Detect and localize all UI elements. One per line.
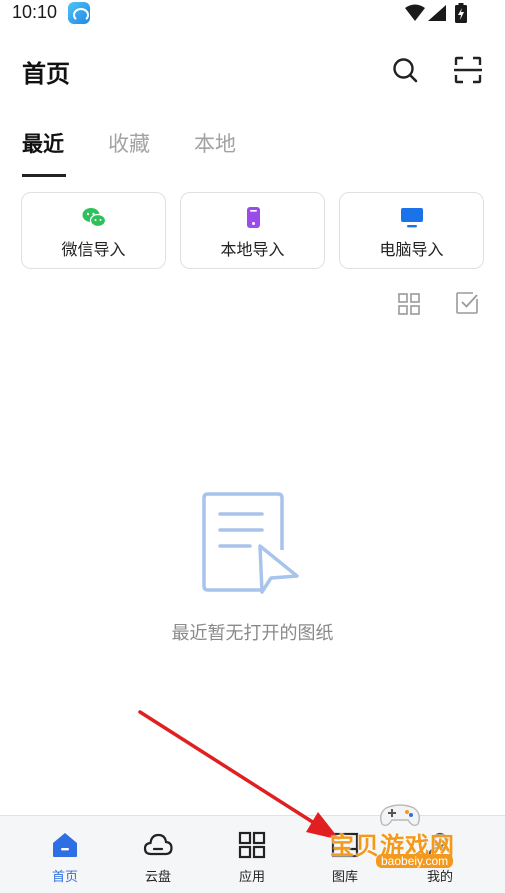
- multi-select-icon[interactable]: [455, 291, 479, 315]
- pc-import-label: 电脑导入: [379, 240, 444, 259]
- gallery-icon: [331, 832, 359, 858]
- nav-profile-label: 我的: [426, 870, 453, 885]
- wifi-icon: [405, 4, 425, 21]
- nav-gallery-label: 图库: [331, 870, 358, 885]
- tab-favorites[interactable]: 收藏: [108, 128, 150, 158]
- nav-gallery[interactable]: 图库: [305, 816, 385, 893]
- active-tab-indicator: [22, 174, 66, 177]
- nav-home-label: 首页: [51, 870, 78, 885]
- monitor-icon: [400, 208, 423, 228]
- tab-recent[interactable]: 最近: [22, 128, 64, 158]
- battery-icon: [455, 3, 467, 23]
- empty-state-message: 最近暂无打开的图纸: [171, 623, 334, 644]
- signal-icon: [428, 5, 446, 21]
- local-import-label: 本地导入: [220, 240, 285, 259]
- status-time: 10:10: [12, 2, 58, 22]
- tab-local[interactable]: 本地: [194, 128, 236, 158]
- phone-icon: [246, 207, 260, 228]
- grid-view-icon[interactable]: [397, 292, 421, 316]
- wechat-icon: [82, 208, 106, 228]
- nav-profile[interactable]: 我的: [400, 816, 480, 893]
- empty-document-icon: [202, 492, 299, 594]
- nav-home[interactable]: 首页: [25, 816, 105, 893]
- notification-app-icon: [68, 2, 90, 24]
- apps-grid-icon: [238, 831, 266, 859]
- wechat-import-label: 微信导入: [61, 240, 126, 259]
- profile-icon: [427, 832, 453, 858]
- nav-cloud-label: 云盘: [144, 870, 171, 885]
- scan-icon[interactable]: [454, 56, 482, 84]
- page-title: 首页: [22, 60, 70, 88]
- search-icon[interactable]: [391, 56, 419, 84]
- nav-cloud[interactable]: 云盘: [118, 816, 198, 893]
- bottom-navigation: 首页 云盘 应用 图库 我的: [0, 815, 505, 893]
- cloud-icon: [143, 833, 173, 856]
- status-bar: 10:10: [0, 0, 505, 28]
- red-annotation-arrow: [138, 710, 340, 840]
- nav-apps[interactable]: 应用: [212, 816, 292, 893]
- pc-import-button[interactable]: 电脑导入: [339, 192, 484, 269]
- home-icon: [53, 833, 77, 857]
- wechat-import-button[interactable]: 微信导入: [21, 192, 166, 269]
- nav-apps-label: 应用: [238, 870, 265, 885]
- local-import-button[interactable]: 本地导入: [180, 192, 325, 269]
